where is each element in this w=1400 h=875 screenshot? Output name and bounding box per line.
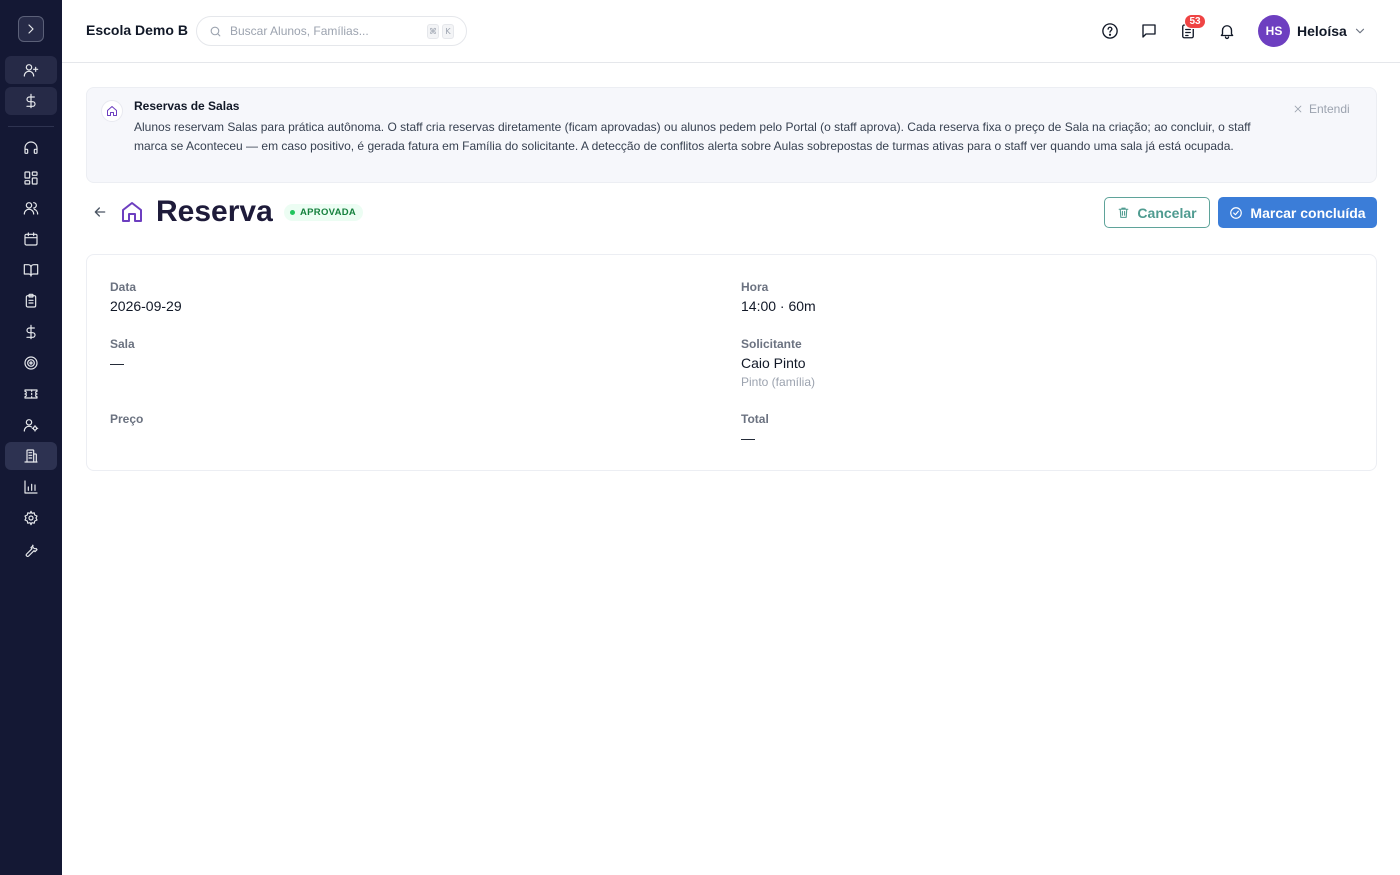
sidebar-item-reports[interactable]	[5, 473, 57, 501]
close-icon	[1294, 105, 1302, 113]
chevron-down-icon	[1355, 28, 1365, 34]
dollar-icon	[26, 93, 36, 109]
sidebar-item-goals[interactable]	[5, 349, 57, 377]
sidebar-item-settings[interactable]	[5, 504, 57, 532]
status-label: APROVADA	[300, 207, 357, 218]
field-value: 14:00 · 60m	[741, 298, 816, 314]
field-label: Solicitante	[741, 337, 802, 351]
sidebar-item-events[interactable]	[5, 380, 57, 408]
help-button[interactable]	[1099, 20, 1121, 42]
sidebar-divider	[8, 126, 54, 127]
bar-chart-icon	[24, 480, 38, 494]
clipboard-icon	[25, 293, 37, 308]
field-label: Data	[110, 280, 137, 294]
banner-dismiss-label: Entendi	[1309, 102, 1350, 116]
help-icon	[1102, 23, 1118, 39]
trash-icon	[1119, 207, 1129, 218]
sidebar-item-tools[interactable]	[5, 535, 57, 563]
field-data: Data 2026-09-29	[110, 280, 182, 314]
school-name: Escola Demo B	[86, 22, 188, 38]
room-home-icon	[120, 200, 144, 224]
reservation-details-card: Data 2026-09-29 Hora 14:00 · 60m Sala — …	[86, 254, 1377, 471]
sidebar-item-attendance[interactable]	[5, 287, 57, 315]
field-value: —	[110, 355, 124, 371]
user-avatar[interactable]: HS	[1258, 15, 1290, 47]
field-value: Caio Pinto	[741, 355, 806, 371]
field-label: Preço	[110, 412, 144, 426]
calendar-icon	[24, 232, 38, 246]
user-plus-icon	[23, 64, 39, 77]
sidebar-item-students[interactable]	[5, 194, 57, 222]
users-icon	[23, 202, 39, 215]
bell-icon	[1220, 25, 1234, 40]
target-icon	[24, 356, 38, 370]
banner-dismiss-button[interactable]: Entendi	[1293, 102, 1350, 116]
shortcut-key-k: K	[442, 24, 454, 39]
check-circle-icon	[1230, 206, 1243, 219]
sidebar-item-billing[interactable]	[5, 318, 57, 346]
sidebar	[0, 0, 62, 875]
settings-icon	[24, 510, 38, 526]
search-box[interactable]: ⌘ K	[196, 16, 467, 46]
chevron-right-icon	[28, 24, 34, 34]
back-button[interactable]	[92, 204, 110, 222]
banner-description: Alunos reservam Salas para prática autôn…	[134, 120, 1251, 153]
cancel-button-label: Cancelar	[1137, 204, 1197, 221]
arrow-left-icon	[94, 207, 106, 217]
grid-icon	[24, 171, 38, 185]
sidebar-item-calendar[interactable]	[5, 225, 57, 253]
book-icon	[23, 264, 39, 277]
top-header: Escola Demo B ⌘ K 53 HS Heloísa	[62, 0, 1400, 63]
field-sala: Sala —	[110, 337, 135, 371]
message-icon	[1142, 24, 1156, 38]
ticket-icon	[24, 389, 38, 399]
shortcut-key-cmd: ⌘	[427, 24, 439, 39]
sidebar-item-dashboard[interactable]	[5, 164, 57, 192]
mark-complete-label: Marcar concluída	[1250, 204, 1366, 221]
field-solicitante: Solicitante Caio Pinto Pinto (família)	[741, 337, 815, 389]
field-total: Total —	[741, 412, 769, 446]
user-cog-icon	[23, 419, 39, 432]
sidebar-item-leads[interactable]	[5, 56, 57, 84]
cancel-button[interactable]: Cancelar	[1104, 197, 1210, 228]
sidebar-item-courses[interactable]	[5, 256, 57, 284]
sidebar-expand-button[interactable]	[18, 16, 44, 42]
messages-button[interactable]	[1138, 20, 1160, 42]
info-banner: Reservas de Salas Alunos reservam Salas …	[86, 87, 1377, 183]
headset-icon	[24, 141, 38, 154]
sidebar-item-rooms[interactable]	[5, 442, 57, 470]
search-icon	[210, 26, 221, 36]
tasks-count-badge: 53	[1184, 14, 1206, 29]
field-label: Sala	[110, 337, 135, 351]
field-label: Total	[741, 412, 769, 426]
banner-icon-wrap	[101, 100, 123, 122]
wrench-icon	[25, 544, 38, 557]
field-label: Hora	[741, 280, 769, 294]
user-menu-toggle[interactable]	[1353, 24, 1367, 38]
field-value: —	[741, 430, 755, 446]
page-title: Reserva	[156, 195, 273, 228]
building-icon	[24, 449, 38, 463]
home-icon	[107, 106, 117, 116]
mark-complete-button[interactable]: Marcar concluída	[1218, 197, 1377, 228]
sidebar-item-staff[interactable]	[5, 411, 57, 439]
dollar-icon	[26, 324, 36, 340]
field-subvalue: Pinto (família)	[741, 375, 816, 389]
banner-title: Reservas de Salas	[134, 99, 240, 113]
sidebar-item-support[interactable]	[5, 134, 57, 162]
field-value: 2026-09-29	[110, 298, 182, 314]
field-preco: Preço	[110, 412, 143, 426]
status-dot	[290, 210, 295, 215]
field-hora: Hora 14:00 · 60m	[741, 280, 816, 314]
user-name[interactable]: Heloísa	[1297, 23, 1347, 39]
search-input[interactable]	[230, 24, 420, 38]
sidebar-item-finance-quick[interactable]	[5, 87, 57, 115]
home-icon	[122, 202, 142, 222]
notifications-button[interactable]	[1216, 20, 1238, 42]
status-badge: APROVADA	[284, 204, 364, 221]
